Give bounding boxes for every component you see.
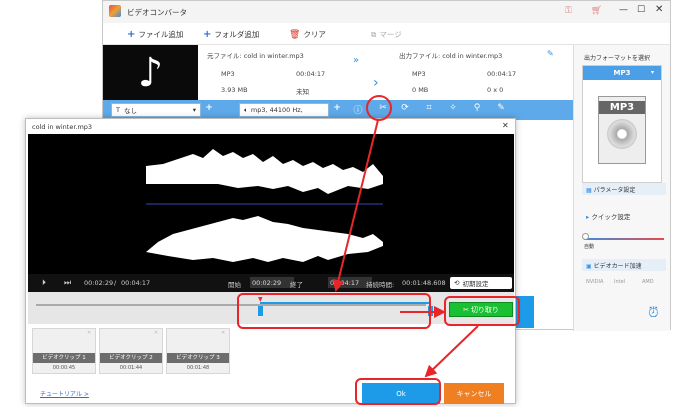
arrow-to-range bbox=[332, 119, 379, 292]
annotation-arrows bbox=[332, 119, 479, 378]
arrow-to-ok bbox=[424, 325, 479, 378]
